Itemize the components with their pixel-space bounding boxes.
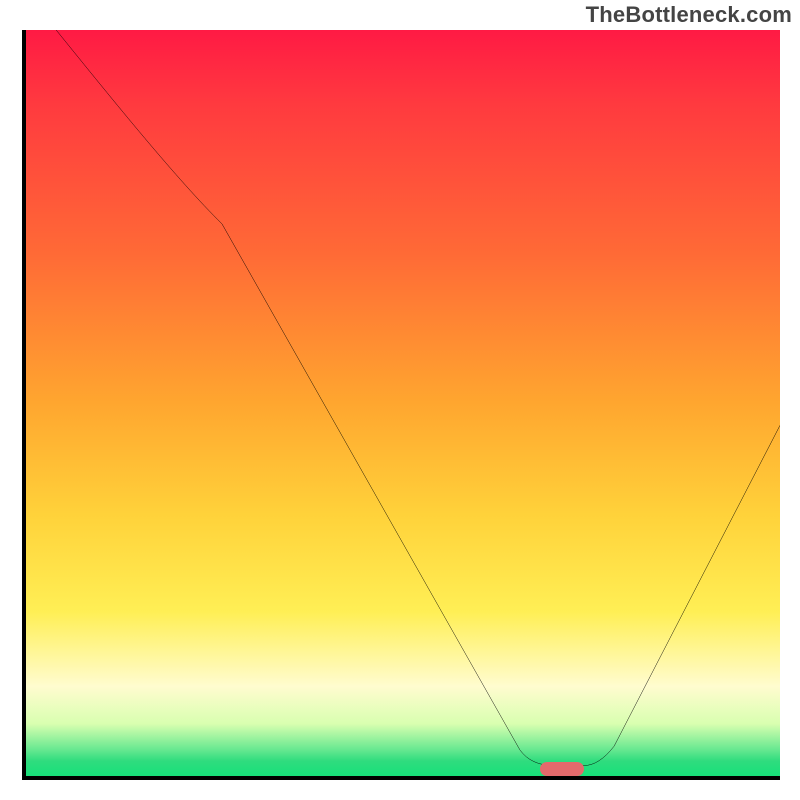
watermark-text: TheBottleneck.com bbox=[586, 2, 792, 28]
chart-stage: TheBottleneck.com bbox=[0, 0, 800, 800]
optimal-marker bbox=[540, 762, 584, 776]
gradient-background bbox=[26, 30, 780, 776]
